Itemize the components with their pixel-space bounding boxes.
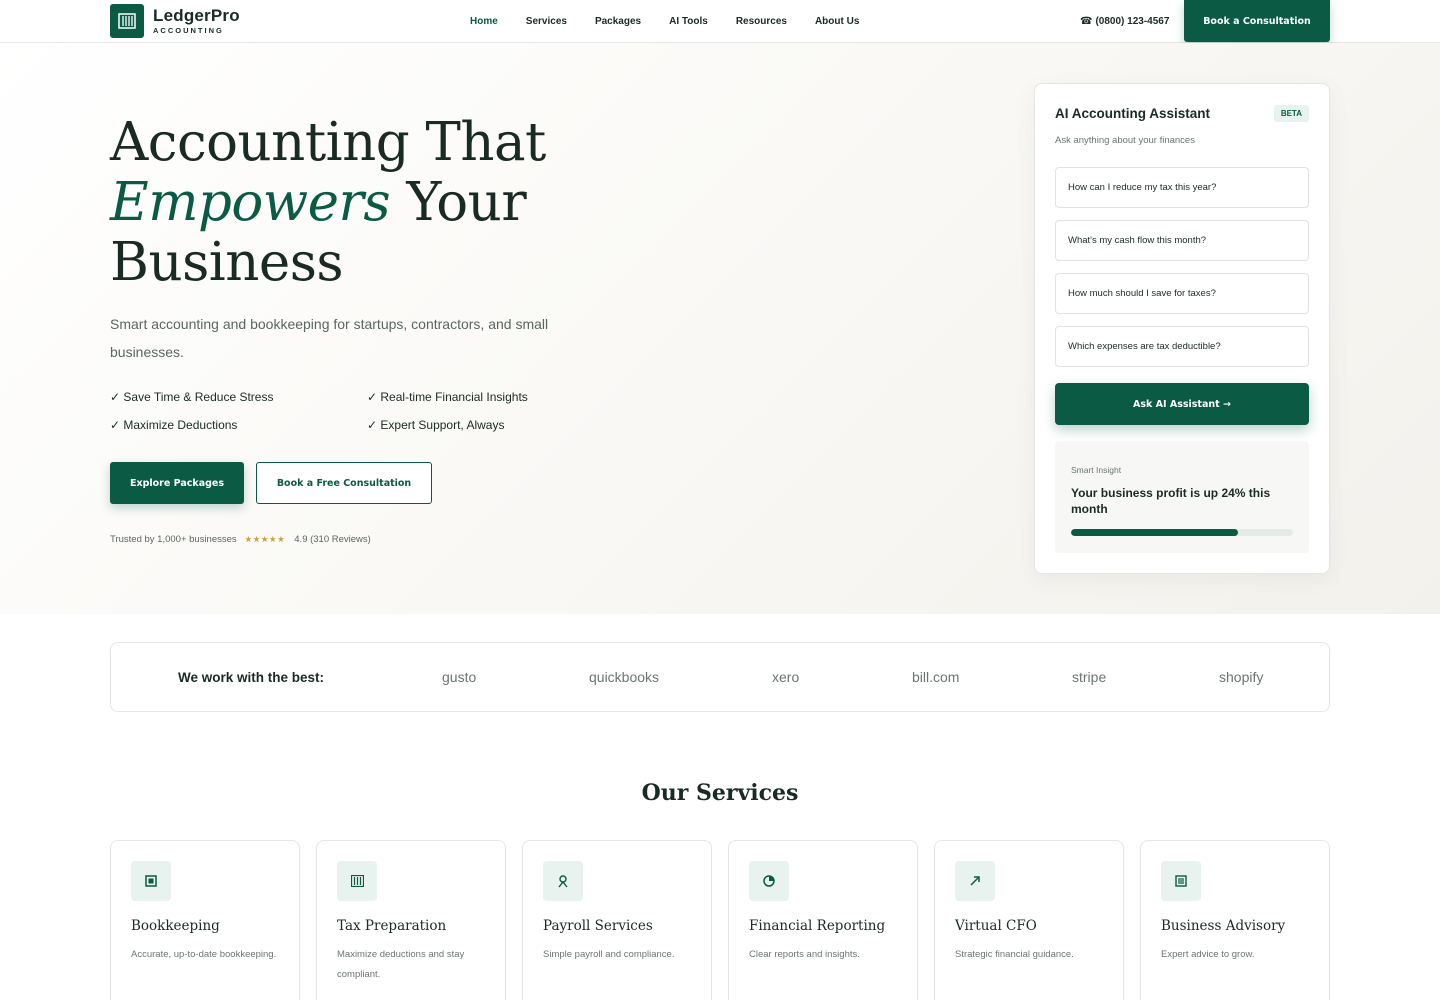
service-description: Simple payroll and compliance.	[543, 949, 675, 960]
nav-link-ai-tools[interactable]: AI Tools	[669, 16, 708, 27]
hero-title-line2: Your	[390, 172, 527, 233]
insight-progress-bar	[1071, 529, 1293, 536]
rating-stars-icon: ★★★★★	[244, 534, 286, 544]
nav-link-about-us[interactable]: About Us	[815, 16, 859, 27]
suggested-question[interactable]: How much should I save for taxes?	[1055, 273, 1309, 314]
service-title: Bookkeeping	[131, 918, 220, 934]
service-title: Payroll Services	[543, 918, 653, 934]
service-description: Clear reports and insights.	[749, 949, 860, 960]
nav-link-packages[interactable]: Packages	[595, 16, 641, 27]
feature-realtime-insights: ✓ Real-time Financial Insights	[367, 390, 528, 404]
ledger-logo-icon	[110, 4, 144, 38]
service-description: Maximize deductions and stay compliant.	[337, 949, 465, 980]
partner-logo-gusto: gusto	[442, 669, 477, 685]
service-card-payroll[interactable]: Payroll Services Simple payroll and comp…	[522, 840, 712, 1000]
feature-maximize-deductions: ✓ Maximize Deductions	[110, 418, 238, 432]
phone-contact[interactable]: ☎ (0800) 123-4567	[1080, 0, 1169, 43]
pie-chart-icon	[749, 861, 789, 901]
partner-logo-quickbooks: quickbooks	[589, 669, 660, 685]
nav-link-resources[interactable]: Resources	[736, 16, 787, 27]
brand-name: LedgerPro	[153, 6, 240, 26]
feature-expert-support: ✓ Expert Support, Always	[367, 418, 505, 432]
phone-number: (0800) 123-4567	[1095, 16, 1170, 27]
payroll-icon	[543, 861, 583, 901]
trust-row: Trusted by 1,000+ businesses ★★★★★ 4.9 (…	[110, 534, 371, 545]
explore-packages-button[interactable]: Explore Packages	[110, 462, 244, 504]
services-section-title: Our Services	[641, 780, 799, 806]
insight-text: Your business profit is up 24% this mont…	[1071, 486, 1271, 516]
service-title: Financial Reporting	[749, 918, 886, 934]
suggested-question[interactable]: Which expenses are tax deductible?	[1055, 326, 1309, 367]
ai-assistant-title: AI Accounting Assistant	[1055, 106, 1211, 121]
partners-label: We work with the best:	[178, 669, 325, 685]
nav-link-services[interactable]: Services	[526, 16, 567, 27]
trust-text: Trusted by 1,000+ businesses	[110, 534, 237, 545]
suggested-question[interactable]: What's my cash flow this month?	[1055, 220, 1309, 261]
service-card-virtual-cfo[interactable]: Virtual CFO Strategic financial guidance…	[934, 840, 1124, 1000]
insight-progress-fill	[1071, 529, 1238, 536]
hero-title-line1: Accounting That	[110, 112, 546, 173]
ask-ai-assistant-button[interactable]: Ask AI Assistant →	[1055, 383, 1309, 425]
ai-assistant-card: AI Accounting Assistant BETA Ask anythin…	[1034, 83, 1330, 574]
service-description: Accurate, up-to-date bookkeeping.	[131, 949, 277, 960]
service-card-financial-reporting[interactable]: Financial Reporting Clear reports and in…	[728, 840, 918, 1000]
partner-logo-billcom: bill.com	[912, 669, 960, 685]
feature-save-time: ✓ Save Time & Reduce Stress	[110, 390, 274, 404]
nav-link-home[interactable]: Home	[470, 16, 498, 27]
top-navigation: LedgerPro ACCOUNTING Home Services Packa…	[0, 0, 1440, 43]
main-menu: Home Services Packages AI Tools Resource…	[470, 0, 887, 43]
trend-up-icon	[955, 861, 995, 901]
service-card-business-advisory[interactable]: Business Advisory Expert advice to grow.	[1140, 840, 1330, 1000]
service-title: Virtual CFO	[955, 918, 1037, 934]
brand-logo[interactable]: LedgerPro ACCOUNTING	[110, 4, 240, 38]
book-consultation-button[interactable]: Book a Consultation	[1184, 0, 1330, 42]
service-title: Business Advisory	[1161, 918, 1286, 934]
book-free-consultation-button[interactable]: Book a Free Consultation	[256, 462, 432, 504]
hero-title: Accounting That Empowers Your Business	[110, 113, 546, 293]
partners-strip: We work with the best: gusto quickbooks …	[110, 642, 1330, 712]
partner-logo-shopify: shopify	[1219, 669, 1264, 685]
service-card-tax-preparation[interactable]: Tax Preparation Maximize deductions and …	[316, 840, 506, 1000]
rating-text: 4.9 (310 Reviews)	[294, 534, 371, 545]
hero-title-emphasis: Empowers	[110, 172, 391, 233]
service-card-bookkeeping[interactable]: Bookkeeping Accurate, up-to-date bookkee…	[110, 840, 300, 1000]
partner-logo-xero: xero	[772, 669, 800, 685]
ledger-icon	[131, 861, 171, 901]
insight-label: Smart Insight	[1071, 465, 1122, 475]
suggested-question[interactable]: How can I reduce my tax this year?	[1055, 167, 1309, 208]
document-icon	[1161, 861, 1201, 901]
ai-assistant-subtitle: Ask anything about your finances	[1055, 135, 1195, 146]
hero-title-line3: Business	[110, 232, 344, 293]
brand-tagline: ACCOUNTING	[153, 26, 224, 36]
service-title: Tax Preparation	[337, 918, 447, 934]
partner-logo-stripe: stripe	[1072, 669, 1107, 685]
service-description: Expert advice to grow.	[1161, 949, 1255, 960]
beta-badge: BETA	[1273, 105, 1309, 122]
hero-subtitle: Smart accounting and bookkeeping for sta…	[110, 316, 549, 360]
tax-icon	[337, 861, 377, 901]
smart-insight-panel: Smart Insight Your business profit is up…	[1055, 441, 1309, 553]
service-description: Strategic financial guidance.	[955, 949, 1074, 960]
phone-icon: ☎	[1080, 16, 1093, 27]
